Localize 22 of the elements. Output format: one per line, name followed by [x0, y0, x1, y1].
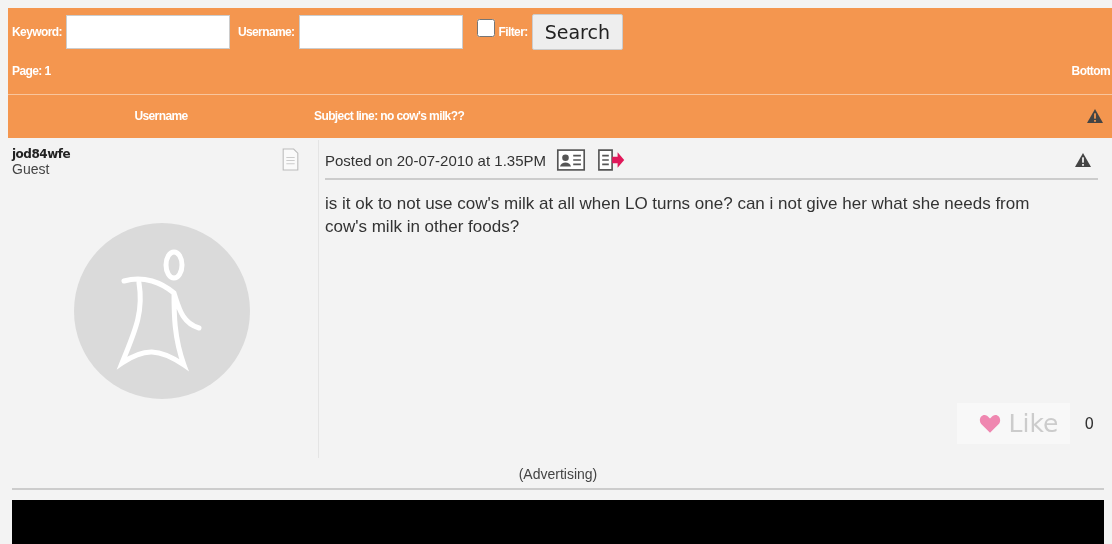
advertising-label: (Advertising) — [12, 458, 1104, 490]
username[interactable]: jod84wfe — [12, 147, 282, 161]
keyword-field[interactable] — [65, 14, 230, 49]
post-date: Posted on 20-07-2010 at 1.35PM — [325, 151, 546, 169]
user-role: Guest — [12, 161, 51, 177]
avatar-icon — [74, 223, 250, 399]
filter-checkbox[interactable] — [476, 18, 495, 37]
heart-icon — [978, 413, 1001, 434]
keyword-label: Keyword: — [12, 24, 62, 39]
reply-icon[interactable] — [596, 149, 626, 171]
post-body: is it ok to not use cow's milk at all when LO turns one? can i not give her what she needs from cow's milk in other foods? — [325, 193, 1031, 238]
username-field[interactable] — [298, 14, 463, 49]
filter-label: Filter: — [498, 24, 528, 39]
page-number: Page: 1 — [12, 63, 51, 78]
search-button[interactable]: Search — [531, 13, 623, 50]
like-count: 0 — [1084, 414, 1094, 433]
warning-icon[interactable] — [1086, 108, 1104, 124]
profile-card-icon[interactable] — [556, 149, 586, 171]
username-label: Username: — [237, 24, 295, 39]
column-header: Username — [134, 109, 188, 123]
warning-icon[interactable] — [1074, 152, 1092, 168]
subject-line: Subject line: no cow's milk?? — [314, 109, 466, 123]
